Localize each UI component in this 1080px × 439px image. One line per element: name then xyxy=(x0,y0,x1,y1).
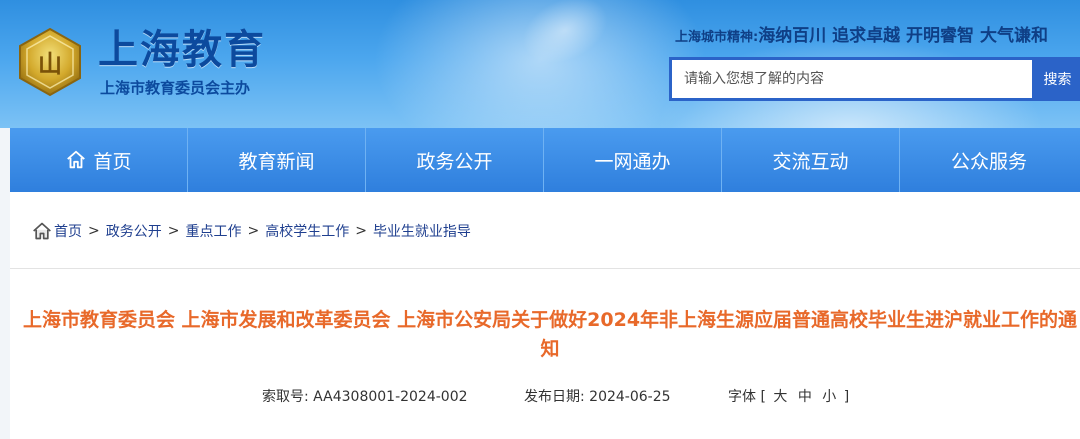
nav-item-label: 交流互动 xyxy=(772,150,849,173)
nav-item-interaction[interactable]: 交流互动 xyxy=(722,128,900,192)
city-spirit: 上海城市精神:海纳百川 追求卓越 开明睿智 大气谦和 xyxy=(675,24,1048,50)
article-index-value: AA4308001-2024-002 xyxy=(313,389,468,405)
breadcrumb-separator: > xyxy=(247,223,260,239)
font-size-large-button[interactable]: 大 xyxy=(773,389,787,405)
city-spirit-label: 上海城市精神: xyxy=(675,30,759,45)
search-input[interactable] xyxy=(672,60,1032,98)
search-box xyxy=(669,57,1035,101)
article-date: 发布日期: 2024-06-25 xyxy=(524,386,671,406)
font-size-medium-button[interactable]: 中 xyxy=(798,389,812,405)
logo-lettering: 山 xyxy=(38,50,62,78)
city-spirit-text: 海纳百川 追求卓越 开明睿智 大气谦和 xyxy=(758,26,1048,46)
article-date-value: 2024-06-25 xyxy=(589,389,671,405)
nav-item-government-affairs[interactable]: 政务公开 xyxy=(366,128,544,192)
shanghai-education-logo[interactable]: 山 xyxy=(14,26,86,98)
nav-item-label: 教育新闻 xyxy=(238,150,315,173)
article-index: 索取号: AA4308001-2024-002 xyxy=(262,386,468,406)
home-icon xyxy=(67,150,86,169)
nav-item-label: 首页 xyxy=(93,150,132,173)
home-icon xyxy=(33,222,51,240)
breadcrumb-link-home[interactable]: 首页 xyxy=(54,221,82,241)
font-size-label: 字体 xyxy=(728,389,756,405)
site-subtitle: 上海市教育委员会主办 xyxy=(100,79,251,97)
font-size-bracket: ] xyxy=(843,389,850,405)
breadcrumb-separator: > xyxy=(355,223,367,239)
font-size-small-button[interactable]: 小 xyxy=(822,389,836,405)
main-nav: 首页 教育新闻 政务公开 一网通办 交流互动 公众服务 xyxy=(10,128,1080,192)
site-title: 上海教育 xyxy=(98,27,266,73)
nav-item-one-stop-service[interactable]: 一网通办 xyxy=(544,128,722,192)
nav-item-education-news[interactable]: 教育新闻 xyxy=(188,128,366,192)
breadcrumb-link-graduate-employment[interactable]: 毕业生就业指导 xyxy=(373,221,471,241)
breadcrumb-separator: > xyxy=(167,223,180,239)
breadcrumb: 首页 > 政务公开 > 重点工作 > 高校学生工作 > 毕业生就业指导 xyxy=(32,218,471,244)
nav-item-home[interactable]: 首页 xyxy=(10,128,188,192)
article-date-label: 发布日期: xyxy=(524,389,585,405)
nav-item-label: 一网通办 xyxy=(594,150,671,173)
breadcrumb-link-university-student-work[interactable]: 高校学生工作 xyxy=(265,221,349,241)
nav-item-public-services[interactable]: 公众服务 xyxy=(900,128,1078,192)
article-title: 上海市教育委员会 上海市发展和改革委员会 上海市公安局关于做好2024年非上海生… xyxy=(22,309,1078,360)
site-header: 山 上海教育 上海市教育委员会主办 上海城市精神:海纳百川 追求卓越 开明睿智 … xyxy=(0,0,1080,128)
breadcrumb-link-key-work[interactable]: 重点工作 xyxy=(185,221,241,241)
breadcrumb-link-government-affairs[interactable]: 政务公开 xyxy=(106,221,162,241)
nav-item-label: 政务公开 xyxy=(416,150,493,173)
font-size-control: 字体 [ 大 中 小 ] xyxy=(728,386,849,406)
search-button[interactable]: 搜索 xyxy=(1035,57,1080,101)
nav-item-label: 公众服务 xyxy=(950,150,1027,173)
article-index-label: 索取号: xyxy=(262,389,309,405)
font-size-bracket: [ xyxy=(760,389,766,405)
divider xyxy=(10,268,1080,269)
breadcrumb-separator: > xyxy=(88,223,100,239)
